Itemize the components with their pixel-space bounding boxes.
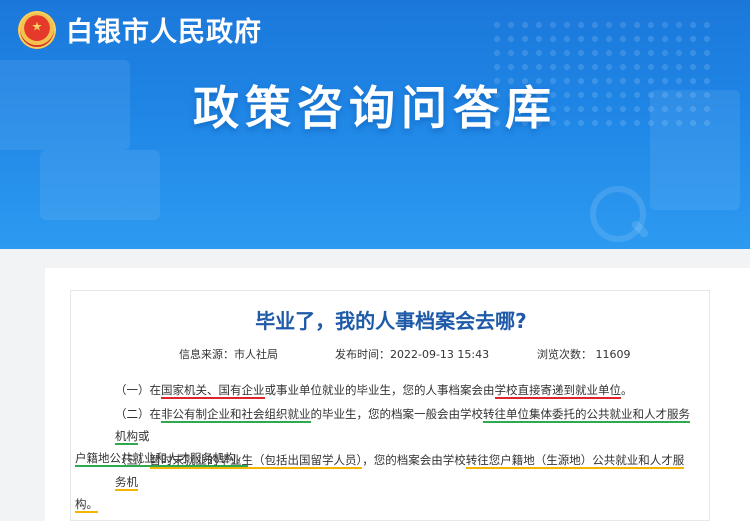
p1-underlined-text: 学校直接寄递到就业单位: [494, 383, 621, 399]
banner-title: 政策咨询问答库: [193, 81, 557, 135]
publish-time: 发布时间：2022-09-13 15:43: [335, 348, 490, 361]
paragraph-3: （三）暂时未就业的毕业生（包括出国留学人员），您的档案会由学校转往您户籍地（生源…: [75, 449, 695, 515]
article-card: 毕业了，我的人事档案会去哪? 信息来源：市人社局 发布时间：2022-09-13…: [70, 290, 710, 521]
p2-text: 的毕业生，您的档案一般会由学校: [310, 407, 484, 421]
p3-underlined-text: 构。: [75, 497, 98, 513]
site-logo[interactable]: 白银市人民政府: [18, 10, 262, 49]
p1-text: 或事业单位就业的毕业生，您的人事档案会由: [264, 383, 495, 397]
view-count: 浏览次数： 11609: [537, 348, 631, 361]
header-banner: 白银市人民政府 政策咨询问答库: [0, 0, 750, 249]
p3-text: ，您的档案会由学校: [362, 453, 466, 467]
p3-underlined-text: 暂时未就业的毕业生（包括出国留学人员）: [149, 453, 363, 469]
p2-text: 或: [138, 429, 150, 443]
banner-decoration: [40, 150, 160, 220]
article-title: 毕业了，我的人事档案会去哪?: [255, 309, 527, 333]
site-name: 白银市人民政府: [66, 17, 262, 48]
p1-underlined-text: 国家机关、国有企业: [161, 383, 265, 399]
info-source: 信息来源：市人社局: [179, 348, 278, 361]
p1-text: （一）在: [115, 383, 161, 397]
paragraph-1: （一）在国家机关、国有企业或事业单位就业的毕业生，您的人事档案会由学校直接寄递到…: [115, 379, 695, 401]
p2-text: （二）在: [115, 407, 161, 421]
p1-text: 。: [621, 383, 633, 397]
national-emblem-icon: [18, 10, 56, 49]
p2-underlined-text: 非公有制企业和社会组织就业: [161, 407, 311, 423]
p3-text: （三）: [115, 453, 150, 467]
magnifier-decoration: [590, 186, 646, 242]
